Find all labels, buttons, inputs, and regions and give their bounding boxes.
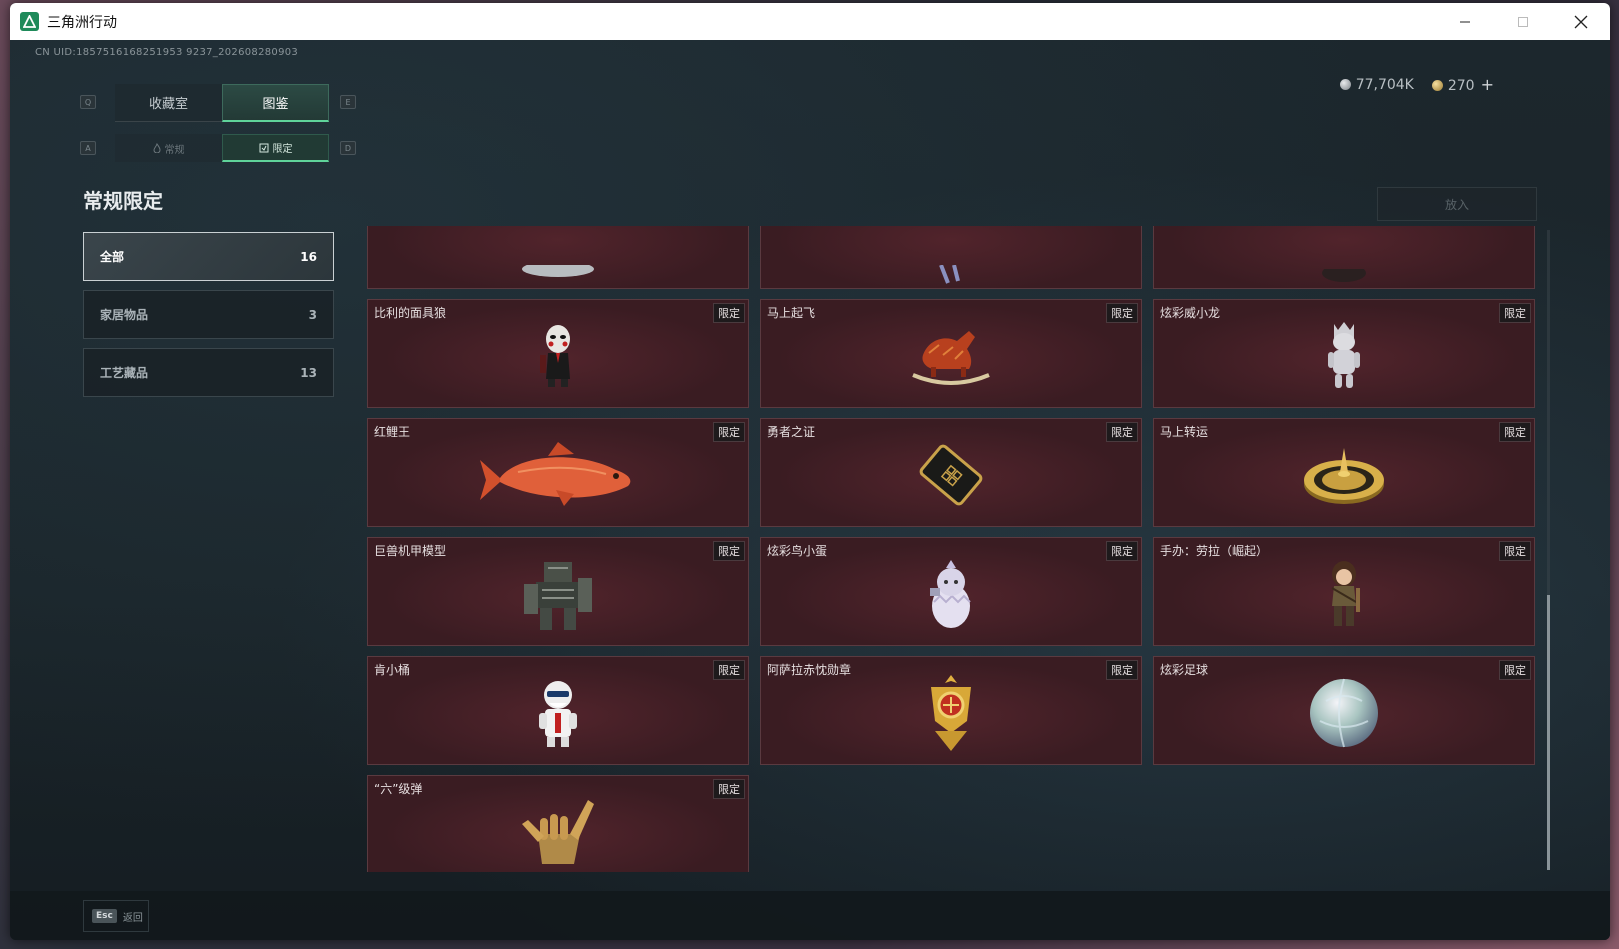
- back-button[interactable]: Esc 返回: [83, 900, 149, 932]
- tab-regular[interactable]: 常规: [115, 134, 222, 162]
- put-in-button[interactable]: 放入: [1377, 187, 1537, 221]
- egg-bird-figure-icon: [926, 558, 976, 634]
- item-card[interactable]: 炫彩威小龙 限定: [1153, 299, 1535, 408]
- maximize-icon: [1518, 16, 1528, 27]
- item-card[interactable]: 炫彩鸟小蛋 限定: [760, 537, 1142, 646]
- uid-label: CN UID:1857516168251953 9237_20260828090…: [35, 47, 299, 58]
- limited-badge: 限定: [713, 779, 745, 799]
- keyhint-next-tab: E: [340, 95, 356, 109]
- limited-badge: 限定: [1106, 422, 1138, 442]
- close-button[interactable]: [1552, 3, 1610, 40]
- silver-currency: 77,704K: [1339, 77, 1414, 93]
- item-card[interactable]: 比利的面具狼 限定: [367, 299, 749, 408]
- item-name: 马上转运: [1160, 425, 1209, 439]
- limited-badge: 限定: [713, 541, 745, 561]
- item-name: 巨兽机甲模型: [374, 544, 447, 558]
- item-grid: 比利的面具狼 限定 马上起飞 限定 炫彩威小龙 限定 红鲤王 限定 勇者之证 限…: [367, 226, 1535, 872]
- maximize-button[interactable]: [1494, 3, 1552, 40]
- item-name: 炫彩足球: [1160, 663, 1209, 677]
- gold-coin-icon: [1431, 80, 1443, 91]
- category-craft-collectibles[interactable]: 工艺藏品 13: [83, 348, 334, 397]
- black-gold-card-icon: [911, 435, 991, 519]
- limited-badge: 限定: [1499, 660, 1531, 680]
- tab-codex[interactable]: 图鉴: [222, 84, 329, 122]
- limited-badge: 限定: [713, 660, 745, 680]
- item-card[interactable]: 炫彩足球 限定: [1153, 656, 1535, 765]
- main-tabs: 收藏室 图鉴: [115, 84, 329, 122]
- item-name: 阿萨拉赤忱勋章: [767, 663, 852, 677]
- game-content: CN UID:1857516168251953 9237_20260828090…: [10, 40, 1610, 940]
- item-card[interactable]: 手办：劳拉（崛起） 限定: [1153, 537, 1535, 646]
- item-name: 炫彩威小龙: [1160, 306, 1221, 320]
- category-home-items[interactable]: 家居物品 3: [83, 290, 334, 339]
- limited-badge: 限定: [1106, 660, 1138, 680]
- category-all[interactable]: 全部 16: [83, 232, 334, 281]
- item-card[interactable]: 阿萨拉赤忱勋章 限定: [760, 656, 1142, 765]
- esc-key-hint: Esc: [92, 909, 117, 923]
- item-card[interactable]: 勇者之证 限定: [760, 418, 1142, 527]
- red-rocking-horse-icon: [909, 325, 993, 391]
- close-icon: [1574, 15, 1588, 28]
- currency-bar: 77,704K 270 +: [1339, 75, 1494, 94]
- limited-badge: 限定: [1106, 303, 1138, 323]
- sub-tabs: 常规 限定: [115, 134, 329, 162]
- window-title: 三角洲行动: [47, 14, 117, 31]
- item-name: 比利的面具狼: [374, 306, 447, 320]
- item-name: 炫彩鸟小蛋: [767, 544, 828, 558]
- item-name: 勇者之证: [767, 425, 816, 439]
- title-bar: 三角洲行动: [10, 3, 1610, 40]
- item-name: 手办：劳拉（崛起）: [1160, 544, 1269, 558]
- item-card[interactable]: [1153, 226, 1535, 289]
- mask-puppet-figure-icon: [536, 323, 580, 393]
- keyhint-prev-subtab: A: [80, 141, 96, 155]
- back-label: 返回: [122, 912, 143, 924]
- item-card[interactable]: 肯小桶 限定: [367, 656, 749, 765]
- app-logo-icon: [20, 12, 39, 31]
- game-window: 三角洲行动 CN UID:1857516168251953 9237_20260…: [10, 3, 1610, 940]
- silver-coin-icon: [1339, 78, 1351, 90]
- limited-badge: 限定: [1106, 541, 1138, 561]
- item-name: 肯小桶: [374, 663, 411, 677]
- limited-badge: 限定: [1499, 303, 1531, 323]
- footer-bar: Esc 返回: [10, 891, 1610, 940]
- iridescent-ball-icon: [1308, 677, 1380, 753]
- limited-badge: 限定: [713, 422, 745, 442]
- flame-icon: [152, 143, 161, 153]
- golden-hand-gesture-icon: [518, 794, 598, 872]
- item-name: 马上起飞: [767, 306, 816, 320]
- item-card[interactable]: 马上起飞 限定: [760, 299, 1142, 408]
- limited-badge: 限定: [1499, 541, 1531, 561]
- limited-badge: 限定: [713, 303, 745, 323]
- golden-roulette-icon: [1302, 442, 1386, 512]
- red-carp-fish-icon: [478, 440, 638, 514]
- grid-scrollbar[interactable]: [1547, 230, 1550, 870]
- category-list: 全部 16 家居物品 3 工艺藏品 13: [83, 232, 334, 406]
- tab-collection-room[interactable]: 收藏室: [115, 84, 222, 122]
- scrollbar-thumb[interactable]: [1547, 595, 1550, 870]
- item-card[interactable]: 巨兽机甲模型 限定: [367, 537, 749, 646]
- keyhint-prev-tab: Q: [80, 95, 96, 109]
- item-card[interactable]: 马上转运 限定: [1153, 418, 1535, 527]
- item-card[interactable]: “六”级弹 限定: [367, 775, 749, 872]
- minimize-button[interactable]: [1436, 3, 1494, 40]
- item-card[interactable]: [367, 226, 749, 289]
- item-grid-viewport: 比利的面具狼 限定 马上起飞 限定 炫彩威小龙 限定 红鲤王 限定 勇者之证 限…: [367, 226, 1557, 872]
- mech-model-icon: [518, 554, 598, 638]
- item-card[interactable]: 红鲤王 限定: [367, 418, 749, 527]
- gold-medal-icon: [921, 673, 981, 757]
- item-name: “六”级弹: [374, 782, 423, 796]
- item-name: 红鲤王: [374, 425, 411, 439]
- colonel-figure-icon: [535, 677, 581, 753]
- limited-badge: 限定: [1499, 422, 1531, 442]
- item-card[interactable]: [760, 226, 1142, 289]
- limited-box-icon: [259, 143, 268, 152]
- gold-currency[interactable]: 270 +: [1431, 75, 1494, 94]
- silver-dragon-figure-icon: [1324, 320, 1364, 396]
- section-title: 常规限定: [83, 189, 163, 213]
- lara-figure-icon: [1322, 558, 1366, 634]
- keyhint-next-subtab: D: [340, 141, 356, 155]
- minimize-icon: [1460, 21, 1470, 22]
- add-currency-button[interactable]: +: [1481, 75, 1494, 94]
- tab-limited[interactable]: 限定: [222, 134, 329, 162]
